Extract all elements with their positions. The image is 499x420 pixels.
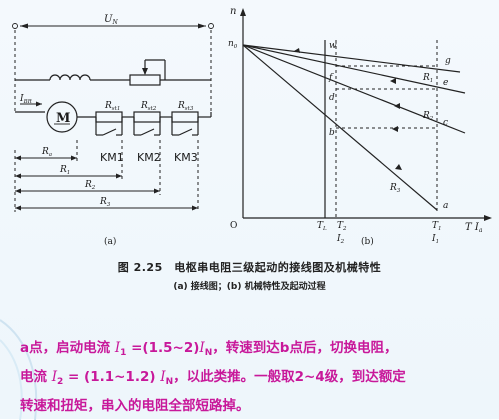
curve-label-r3: R3 bbox=[389, 183, 401, 194]
field-winding bbox=[49, 74, 91, 81]
point-e: e bbox=[443, 78, 448, 88]
terminal-left bbox=[12, 23, 18, 29]
point-b: b bbox=[329, 128, 335, 138]
svg-text:R2: R2 bbox=[84, 180, 96, 191]
figure: UN M IBR Rst1 Rst2 Rst3 KM1 KM2 KM3 Ra R… bbox=[12, 6, 492, 247]
body-line-2: 电流 I2 = (1.1~1.2) IN，以此类推。一般取2~4级，到达额定 bbox=[20, 369, 406, 387]
point-w: w bbox=[329, 41, 337, 51]
resistor-st1 bbox=[95, 111, 123, 123]
point-g: g bbox=[445, 56, 451, 66]
km2-label: KM2 bbox=[137, 151, 161, 164]
curve-r3 bbox=[242, 44, 438, 211]
graph-caption: (b) bbox=[361, 236, 374, 247]
tick-t1: T1 bbox=[432, 221, 442, 232]
body-line-1: a点，启动电流 I1 =(1.5~2)IN，转速到达b点后，切换电阻， bbox=[20, 340, 398, 358]
resistor-st3 bbox=[171, 111, 199, 123]
res-label-2: Rst2 bbox=[140, 101, 157, 112]
contactor-km3 bbox=[171, 117, 199, 136]
tick-i1: I1 bbox=[431, 234, 439, 245]
svg-text:Ra: Ra bbox=[41, 147, 52, 158]
figure-title: 图 2.25 电枢串电阻三级起动的接线图及机械特性 bbox=[117, 261, 382, 274]
terminal-right bbox=[208, 23, 214, 29]
contactor-km2 bbox=[133, 117, 161, 136]
km3-label: KM3 bbox=[174, 151, 198, 164]
t-axis-label: T Ia bbox=[465, 222, 483, 234]
dim-r3: R3 bbox=[15, 197, 198, 211]
figure-subtitle: (a) 接线图；(b) 机械特性及起动过程 bbox=[173, 282, 326, 292]
svg-text:R1: R1 bbox=[59, 165, 70, 176]
tick-t2: T2 bbox=[337, 221, 347, 232]
origin-label: O bbox=[230, 221, 237, 231]
res-label-3: Rst3 bbox=[177, 101, 194, 112]
res-label-1: Rst1 bbox=[104, 101, 120, 112]
n0-label: n0 bbox=[228, 39, 238, 50]
curve-label-r2: R2 bbox=[422, 111, 434, 122]
dim-r1: R1 bbox=[15, 165, 122, 179]
curve-label-r1: R1 bbox=[422, 73, 433, 84]
tick-tl: TL bbox=[317, 221, 327, 232]
tick-i2: I2 bbox=[336, 234, 345, 245]
svg-text:R3: R3 bbox=[99, 197, 111, 208]
dim-r2: R2 bbox=[15, 180, 160, 194]
point-d: d bbox=[329, 93, 335, 103]
start-path bbox=[294, 48, 437, 170]
characteristic-graph: n O T Ia n0 w g f e d c b a R1 R2 R3 TL … bbox=[228, 6, 492, 247]
n-axis-label: n bbox=[230, 6, 236, 17]
point-a: a bbox=[443, 201, 448, 211]
km1-label: KM1 bbox=[100, 151, 124, 164]
circuit-diagram: UN M IBR Rst1 Rst2 Rst3 KM1 KM2 KM3 Ra R… bbox=[12, 14, 214, 247]
un-label: UN bbox=[104, 14, 118, 26]
body-line-3: 转速和扭矩，串入的电阻全部短路掉。 bbox=[20, 398, 250, 414]
ibr-label: IBR bbox=[19, 94, 32, 105]
resistor-st2 bbox=[133, 111, 161, 123]
point-f: f bbox=[328, 73, 334, 83]
dim-ra: Ra bbox=[15, 147, 77, 161]
field-rheostat bbox=[129, 74, 161, 86]
point-c: c bbox=[443, 118, 448, 128]
explanation-text: a点，启动电流 I1 =(1.5~2)IN，转速到达b点后，切换电阻， 电流 I… bbox=[20, 336, 490, 418]
circuit-caption: (a) bbox=[104, 236, 116, 247]
contactor-km1 bbox=[95, 117, 123, 136]
